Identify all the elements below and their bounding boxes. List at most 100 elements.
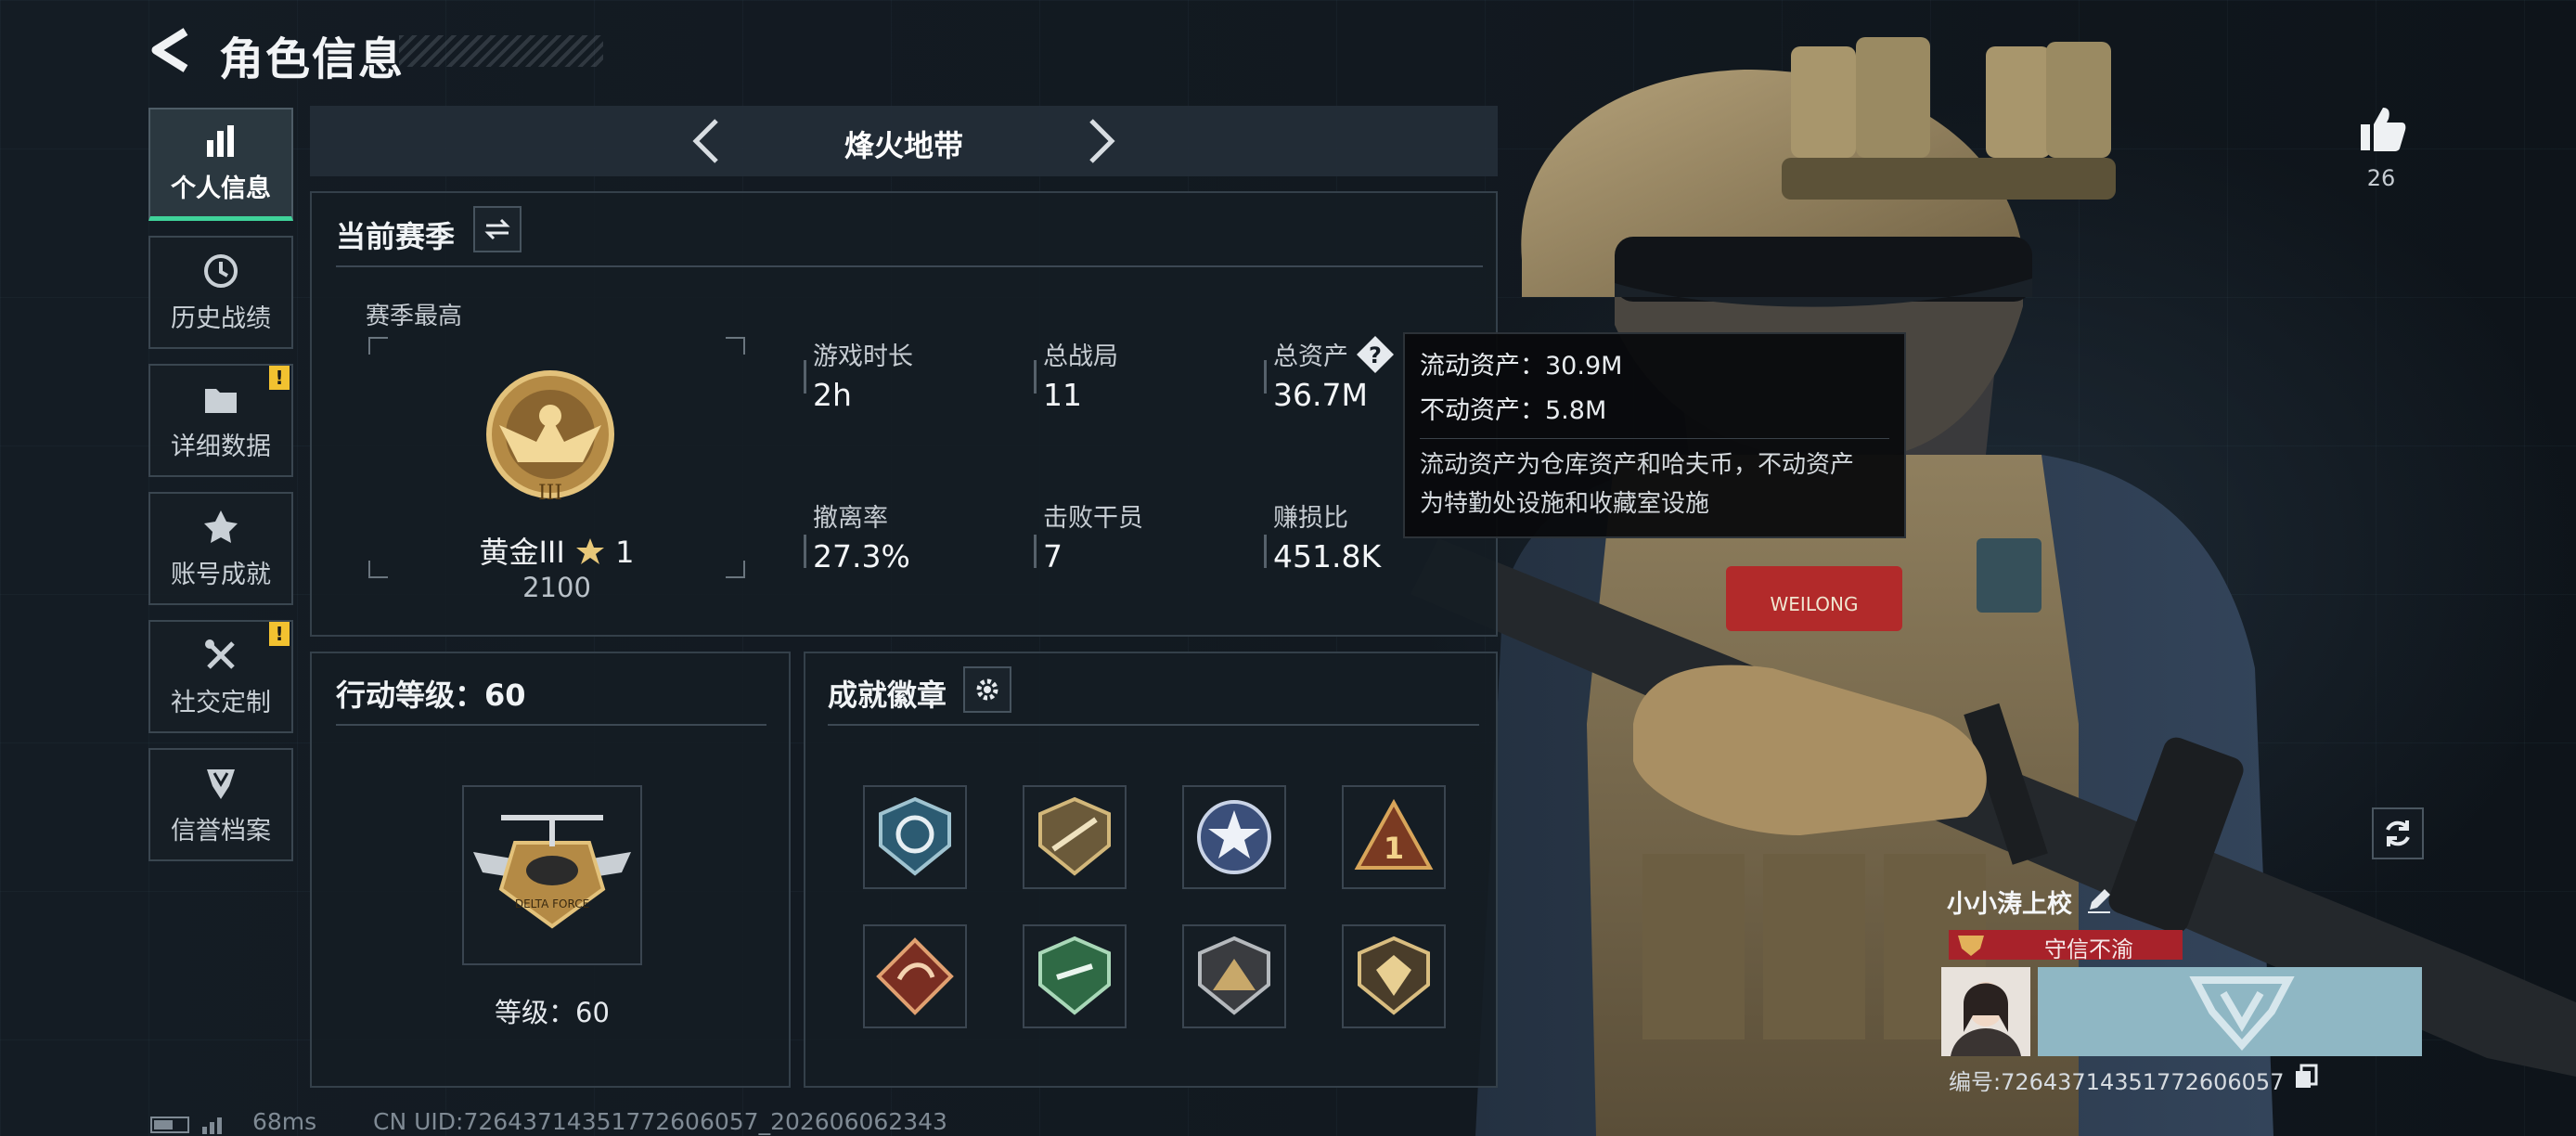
stat-value: 2h (813, 377, 852, 413)
rifle-badge-icon (1038, 796, 1111, 876)
emblem-text: DELTA FORCE (515, 897, 589, 910)
battery-signal-icon (150, 1117, 222, 1134)
stat-value: 36.7M (1273, 377, 1368, 413)
chevron-right-icon[interactable] (1076, 115, 1123, 167)
history-clock-icon (204, 253, 238, 288)
rank-name-line: 黄金III 1 (367, 529, 746, 572)
folder-icon (205, 388, 237, 413)
ping-text: 68ms (252, 1108, 317, 1135)
stat-value: 11 (1043, 377, 1082, 413)
mode-name: 烽火地带 (844, 128, 963, 163)
reputation-emblem-icon (1958, 936, 1984, 956)
rank-stars: 1 (615, 535, 635, 570)
sidebar-item-history[interactable]: 历史战绩 (148, 236, 293, 349)
achievements-title: 成就徽章 (828, 678, 947, 713)
season-panel: 当前赛季 赛季最高 III 黄金III 1 2100 游戏时长 2h 总战局 1… (310, 191, 1498, 637)
edit-pencil-icon[interactable] (2084, 885, 2114, 915)
star-badge-icon (1197, 800, 1271, 874)
tooltip-desc-line2: 为特勤处设施和收藏室设施 (1420, 490, 1710, 518)
tools-icon (205, 639, 235, 669)
sidebar-item-label: 账号成就 (171, 560, 271, 589)
rank-one-badge-icon: 1 (1354, 798, 1434, 870)
swap-icon (484, 218, 510, 240)
alert-badge: ! (269, 622, 290, 646)
gear-icon (976, 678, 998, 701)
sidebar-item-label: 信誉档案 (171, 816, 271, 846)
mode-selector: 烽火地带 (310, 106, 1498, 176)
gem-badge-icon (1358, 936, 1430, 1015)
rank-name: 黄金III (479, 535, 565, 570)
season-title: 当前赛季 (336, 219, 456, 254)
mountain-badge-icon (1198, 936, 1270, 1015)
achievement-badge[interactable] (1182, 924, 1286, 1028)
rank-points: 2100 (522, 572, 591, 603)
tooltip-fixed-assets: 不动资产：5.8M (1420, 396, 1607, 425)
sidebar-item-label: 详细数据 (171, 432, 271, 461)
player-name: 小小涛上校 (1947, 890, 2072, 919)
sidebar-item-detailed-data[interactable]: 详细数据 ! (148, 364, 293, 477)
rotate-view-button[interactable] (2372, 807, 2424, 859)
stat-label: 赚损比 (1273, 504, 1348, 533)
achievements-settings-button[interactable] (963, 666, 1011, 713)
season-best-label: 赛季最高 (366, 303, 463, 330)
reputation-shield-icon (207, 768, 235, 799)
season-switch-button[interactable] (473, 206, 522, 252)
stat-label: 击败干员 (1043, 504, 1143, 533)
stat-label: 游戏时长 (813, 342, 913, 371)
action-level-panel: 行动等级：60 DELTA FORCE 等级：60 (310, 652, 791, 1088)
svg-text:III: III (538, 482, 562, 505)
svg-text:?: ? (1369, 342, 1382, 368)
helicopter-emblem-icon: DELTA FORCE (473, 815, 631, 929)
stat-value: 451.8K (1273, 538, 1382, 574)
vest-patch-text: WEILONG (1771, 593, 1859, 615)
copy-icon[interactable] (2294, 1064, 2318, 1090)
stat-value: 27.3% (813, 538, 910, 574)
avatar-portrait-icon (1941, 967, 2030, 1056)
sidebar-item-personal-info[interactable]: 个人信息 (148, 108, 293, 221)
achievement-badge[interactable] (1023, 785, 1127, 889)
green-shield-badge-icon (1038, 936, 1111, 1015)
alert-badge: ! (269, 366, 290, 390)
player-card-banner (2038, 967, 2422, 1056)
delta-force-logo-icon (2189, 976, 2295, 1051)
rank-gold-emblem-icon: III (486, 370, 614, 505)
achievement-badge[interactable] (1182, 785, 1286, 889)
achievement-badge[interactable]: 1 (1342, 785, 1446, 889)
help-icon[interactable]: ? (1355, 334, 1396, 375)
sidebar-item-label: 个人信息 (171, 174, 271, 203)
dragon-badge-icon (876, 937, 954, 1015)
sidebar-item-achievements[interactable]: 账号成就 (148, 492, 293, 605)
achievement-star-icon (204, 510, 238, 543)
reputation-banner: 守信不渝 (1949, 930, 2183, 962)
status-uid: CN UID:72643714351772606057_202606062343 (373, 1108, 947, 1135)
avatar[interactable] (1941, 967, 2030, 1056)
achievement-badge[interactable] (863, 785, 967, 889)
title-decoration (399, 35, 603, 67)
refresh-icon (2386, 820, 2410, 846)
action-level-title: 行动等级：60 (336, 678, 526, 713)
achievement-badge[interactable] (1342, 924, 1446, 1028)
svg-text:1: 1 (1384, 831, 1404, 866)
sidebar-item-social[interactable]: 社交定制 ! (148, 620, 293, 733)
achievement-badge[interactable] (863, 924, 967, 1028)
bar-chart-icon (207, 125, 234, 157)
tooltip-liquid-assets: 流动资产：30.9M (1420, 352, 1623, 381)
sidebar-item-reputation[interactable]: 信誉档案 (148, 748, 293, 861)
level-emblem-frame: DELTA FORCE (462, 785, 642, 965)
thumbs-up-icon[interactable] (2355, 102, 2407, 154)
sidebar-item-label: 历史战绩 (171, 303, 271, 333)
likes-count: 26 (2366, 165, 2396, 191)
achievement-badge[interactable] (1023, 924, 1127, 1028)
stat-label: 总战局 (1043, 342, 1118, 371)
rank-star-icon (575, 538, 604, 564)
page-title: 角色信息 (219, 33, 406, 85)
recycle-badge-icon (879, 796, 951, 876)
sidebar-item-label: 社交定制 (171, 688, 271, 717)
stat-label: 总资产 (1273, 342, 1348, 371)
level-text: 等级：60 (495, 997, 610, 1028)
reputation-title: 守信不渝 (2044, 936, 2133, 962)
back-arrow-icon[interactable] (147, 26, 202, 74)
tooltip-desc-line1: 流动资产为仓库资产和哈夫币，不动资产 (1420, 451, 1855, 479)
stat-label: 撤离率 (813, 504, 888, 533)
assets-tooltip: 流动资产：30.9M 不动资产：5.8M 流动资产为仓库资产和哈夫币，不动资产 … (1403, 332, 1906, 538)
